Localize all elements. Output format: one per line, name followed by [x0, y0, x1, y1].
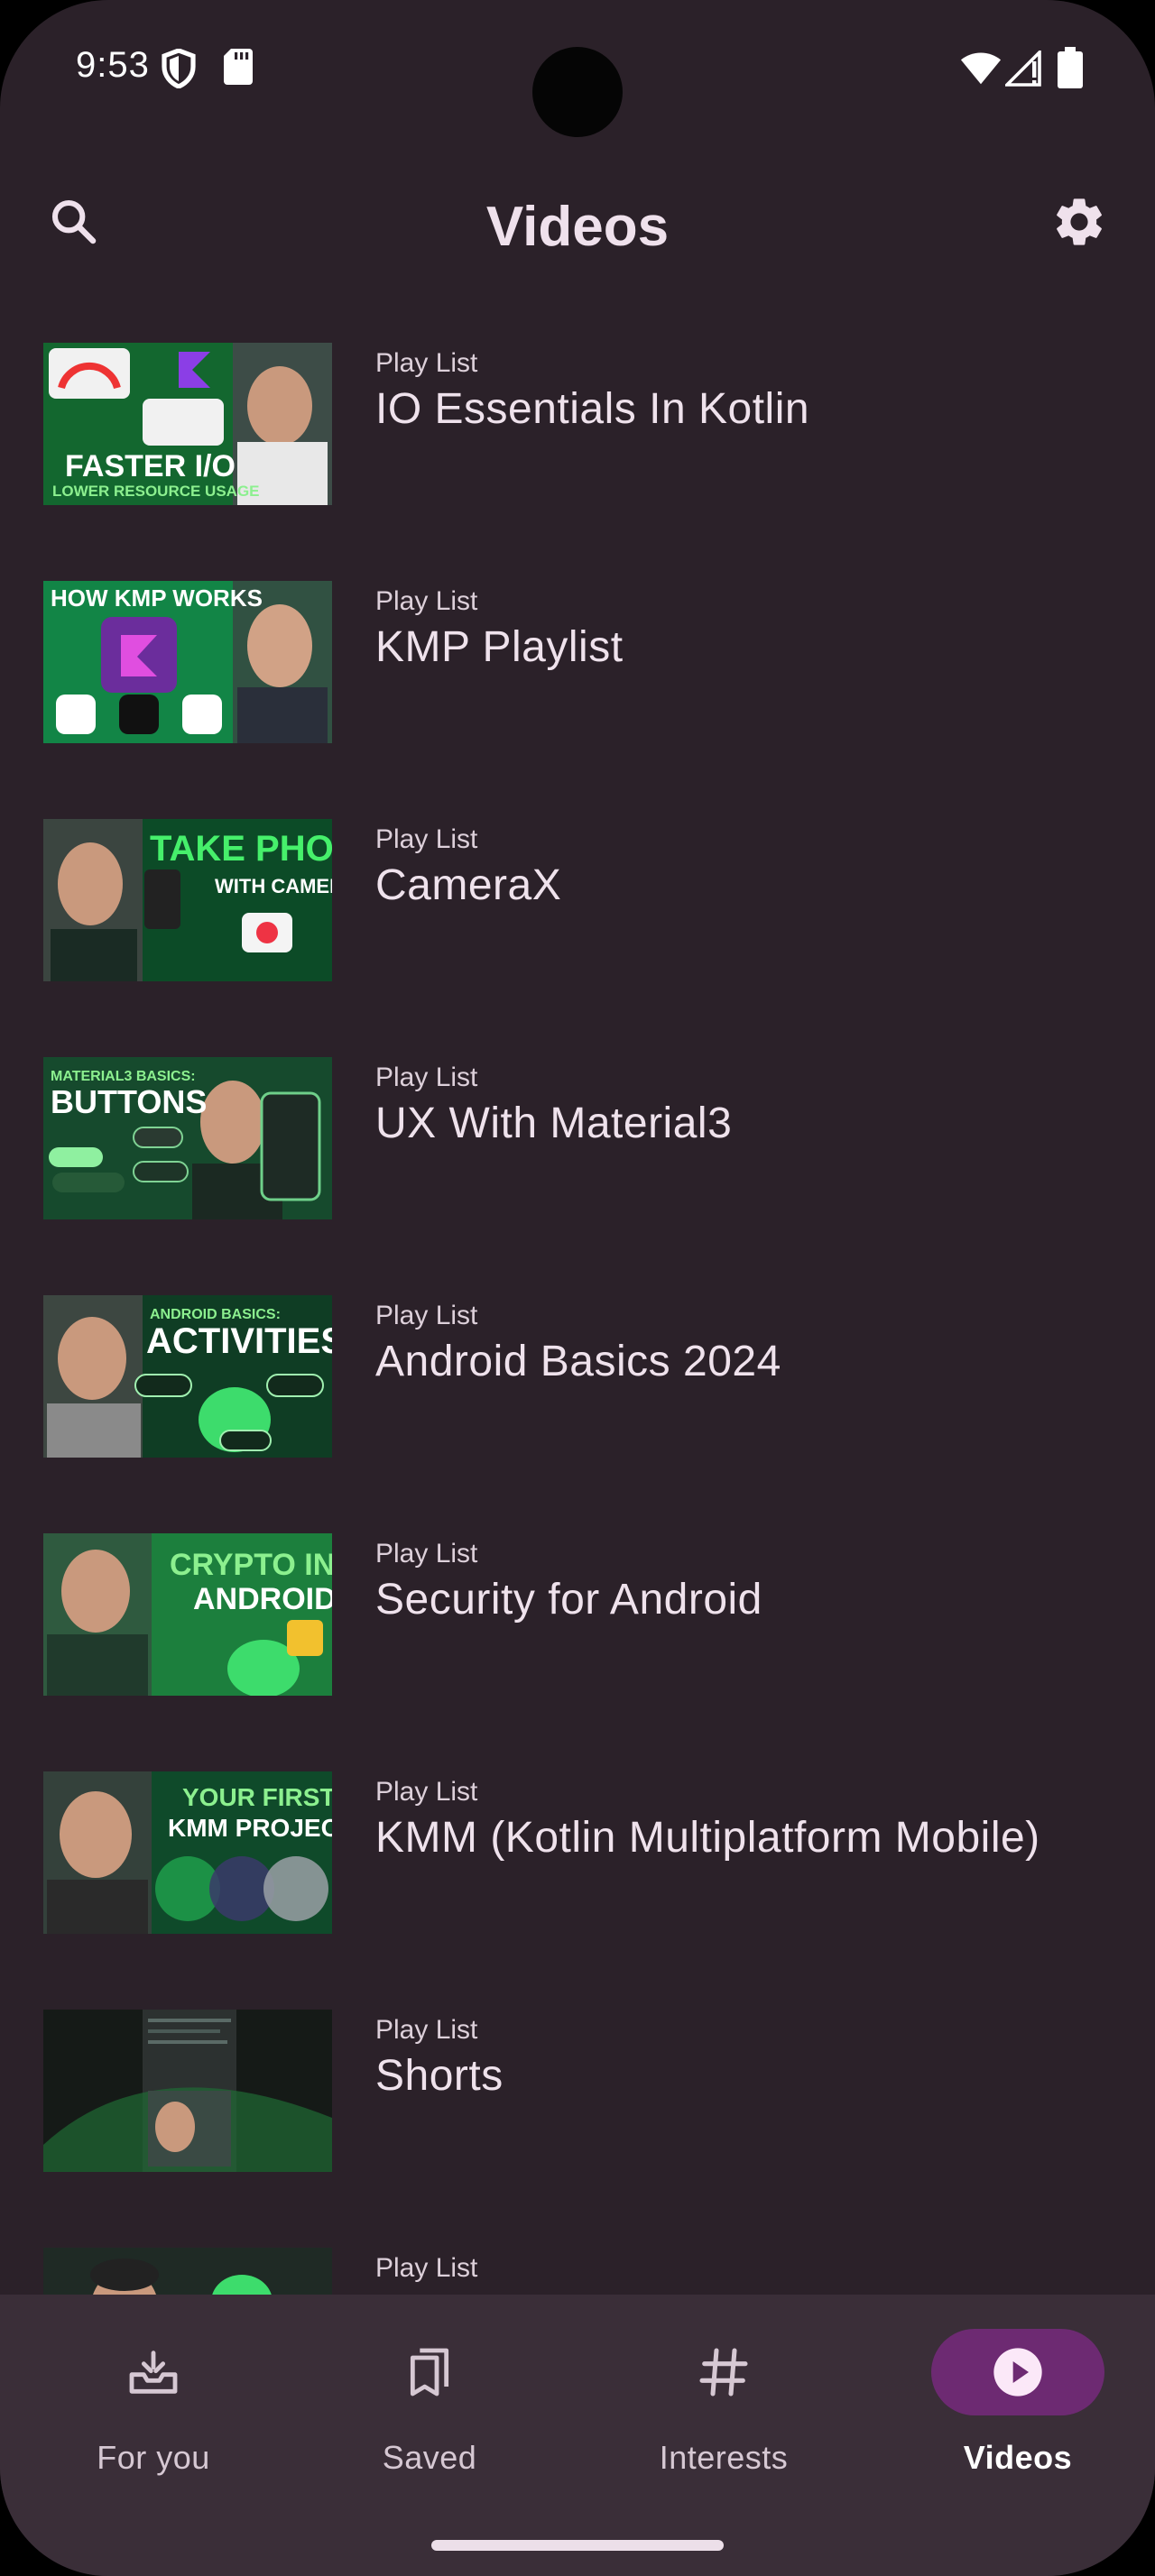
nav-indicator [637, 2329, 810, 2415]
signal-icon [1005, 51, 1041, 87]
thumbnail-subtext: LOWER RESOURCE USAGE [52, 483, 260, 500]
item-title: KMM (Kotlin Multiplatform Mobile) [375, 1814, 1040, 1862]
item-kind: Play List [375, 1539, 478, 1569]
phone-screen: 9:53 Videos FASTER I/O LOWER RESOURCE US… [0, 0, 1155, 2576]
playlist-thumbnail: TAKE PHOTOS WITH CAMERAX [43, 819, 332, 981]
list-item[interactable]: CRYPTO IN ANDROID Play List Security for… [0, 1533, 1155, 1696]
list-item[interactable]: FASTER I/O LOWER RESOURCE USAGE Play Lis… [0, 343, 1155, 505]
nav-item-interests[interactable]: Interests [579, 2295, 868, 2511]
play-circle-icon [993, 2348, 1042, 2397]
thumbnail-text: ACTIVITIES [146, 1321, 332, 1361]
list-item[interactable]: TAKE PHOTOS WITH CAMERAX Play List Camer… [0, 819, 1155, 981]
shield-icon [162, 49, 196, 88]
battery-icon [1058, 47, 1083, 88]
bookmarks-icon [410, 2348, 449, 2397]
thumbnail-text: BUTTONS [51, 1083, 207, 1120]
status-bar: 9:53 [0, 0, 1155, 137]
nav-label: Interests [659, 2439, 789, 2476]
item-title: Security for Android [375, 1576, 762, 1624]
wifi-icon [960, 52, 1002, 85]
list-item[interactable]: Play List [0, 2248, 1155, 2295]
nav-label: Videos [963, 2439, 1073, 2476]
nav-indicator [343, 2329, 516, 2415]
item-title: KMP Playlist [375, 623, 624, 671]
nav-item-for-you[interactable]: For you [9, 2295, 298, 2511]
list-item[interactable]: HOW KMP WORKS Play List KMP Playlist [0, 581, 1155, 743]
bottom-navigation: For you Saved Interests Videos [0, 2295, 1155, 2576]
playlist-thumbnail: CRYPTO IN ANDROID [43, 1533, 332, 1696]
thumbnail-text: TAKE PHOTOS [150, 829, 332, 869]
thumbnail-subtext: KMM PROJECT [168, 1814, 332, 1842]
status-time: 9:53 [76, 45, 150, 85]
list-item[interactable]: MATERIAL3 BASICS: BUTTONS Play List UX W… [0, 1057, 1155, 1219]
list-item[interactable]: Play List Shorts [0, 2010, 1155, 2172]
item-kind: Play List [375, 1301, 478, 1330]
list-item[interactable]: YOUR FIRST KMM PROJECT Play List KMM (Ko… [0, 1771, 1155, 1934]
item-kind: Play List [375, 1063, 478, 1092]
item-kind: Play List [375, 586, 478, 616]
item-title: UX With Material3 [375, 1099, 733, 1147]
playlist-thumbnail [43, 2248, 332, 2295]
item-kind: Play List [375, 2015, 478, 2045]
item-kind: Play List [375, 2253, 478, 2283]
item-title: Shorts [375, 2052, 504, 2100]
playlist-thumbnail: HOW KMP WORKS [43, 581, 332, 743]
playlist-thumbnail: FASTER I/O LOWER RESOURCE USAGE [43, 343, 332, 505]
item-kind: Play List [375, 348, 478, 378]
playlist-thumbnail [43, 2010, 332, 2172]
nav-label: For you [97, 2439, 210, 2476]
playlist-thumbnail: YOUR FIRST KMM PROJECT [43, 1771, 332, 1934]
thumbnail-subtext: ANDROID BASICS: [150, 1307, 281, 1322]
thumbnail-text: FASTER I/O [65, 449, 236, 483]
item-title: IO Essentials In Kotlin [375, 385, 810, 433]
playlist-thumbnail: MATERIAL3 BASICS: BUTTONS [43, 1057, 332, 1219]
thumbnail-text: HOW KMP WORKS [51, 584, 263, 612]
item-kind: Play List [375, 824, 478, 854]
gesture-handle[interactable] [431, 2540, 724, 2551]
page-title: Videos [485, 196, 670, 258]
thumbnail-subtext: WITH CAMERAX [215, 875, 332, 897]
nav-indicator-active [931, 2329, 1104, 2415]
thumbnail-text: CRYPTO IN [170, 1548, 332, 1582]
hashtag-icon [699, 2348, 748, 2397]
camera-cutout [532, 47, 623, 137]
nav-item-saved[interactable]: Saved [285, 2295, 574, 2511]
item-title: Android Basics 2024 [375, 1338, 781, 1385]
list-item[interactable]: ANDROID BASICS: ACTIVITIES Play List And… [0, 1295, 1155, 1458]
top-app-bar: Videos [0, 162, 1155, 289]
item-title: CameraX [375, 861, 562, 909]
nav-indicator [67, 2329, 240, 2415]
inbox-upcoming-icon [129, 2351, 178, 2394]
gear-icon [1057, 198, 1102, 245]
nav-label: Saved [382, 2439, 477, 2476]
playlist-list[interactable]: FASTER I/O LOWER RESOURCE USAGE Play Lis… [0, 343, 1155, 2295]
item-kind: Play List [375, 1777, 478, 1807]
sd-card-icon [224, 49, 253, 85]
settings-button[interactable] [1047, 189, 1112, 254]
thumbnail-subtext: MATERIAL3 BASICS: [51, 1069, 196, 1084]
thumbnail-subtext: ANDROID [193, 1582, 332, 1616]
playlist-thumbnail: ANDROID BASICS: ACTIVITIES [43, 1295, 332, 1458]
nav-item-videos[interactable]: Videos [873, 2295, 1155, 2511]
thumbnail-text: YOUR FIRST [182, 1783, 332, 1811]
